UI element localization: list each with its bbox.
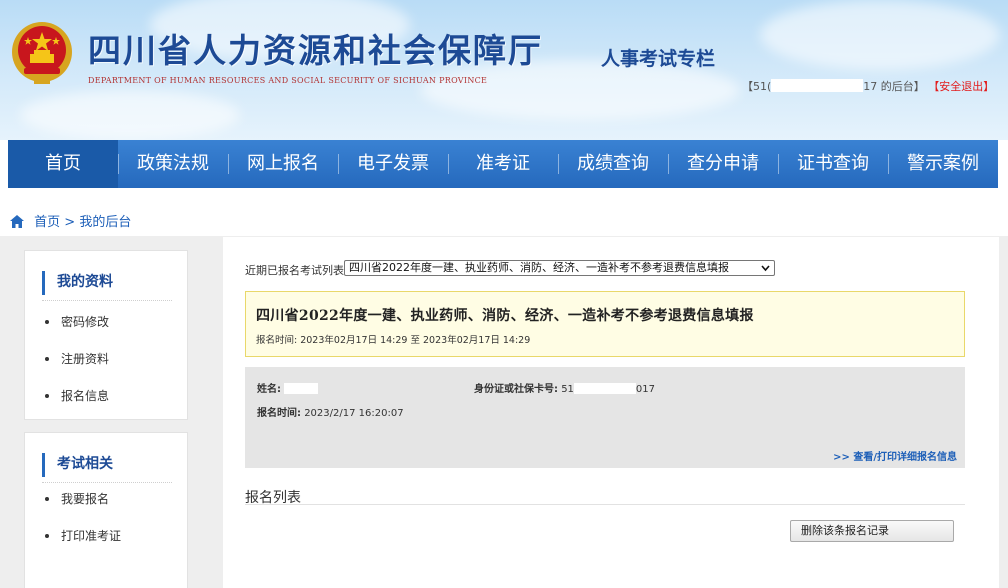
home-icon [10, 215, 24, 228]
id-suffix: 017 [635, 384, 656, 395]
sidebar-item-label: 注册资料 [61, 352, 110, 366]
sidebar-section-title: 考试相关 [42, 453, 172, 483]
site-title: 四川省人力资源和社会保障厅 [88, 31, 543, 70]
sidebar-item-label: 打印准考证 [61, 529, 122, 543]
site-subtitle: DEPARTMENT OF HUMAN RESOURCES AND SOCIAL… [88, 76, 488, 85]
nav-item-home[interactable]: 首页 [8, 140, 118, 188]
reg-time-field: 报名时间: 2023/2/17 16:20:07 [257, 404, 404, 419]
reg-time-label: 报名时间: [257, 408, 301, 419]
exam-select-value: 四川省2022年度一建、执业药师、消防、经济、一造补考不参考退费信息填报 [349, 261, 729, 274]
sidebar-section-exam: 考试相关 我要报名 打印准考证 [24, 432, 188, 588]
user-id-suffix: 17 的后台】 [863, 80, 925, 93]
id-field: 身份证或社保卡号: 51 017 [474, 380, 655, 395]
nav-item-policy[interactable]: 政策法规 [118, 140, 228, 188]
breadcrumb: 首页 > 我的后台 [10, 211, 131, 230]
masked-name [284, 383, 319, 394]
sidebar-section-title: 我的资料 [42, 271, 172, 301]
nav-item-warning-cases[interactable]: 警示案例 [888, 140, 998, 188]
user-id-prefix: 【51( [742, 80, 772, 93]
exam-notice: 四川省2022年度一建、执业药师、消防、经济、一造补考不参考退费信息填报 报名时… [245, 291, 965, 357]
sidebar-section-profile: 我的资料 密码修改 注册资料 报名信息 [24, 250, 188, 420]
nav-item-online-registration[interactable]: 网上报名 [228, 140, 338, 188]
sidebar-item-print-ticket[interactable]: 打印准考证 [45, 527, 121, 544]
notice-title: 四川省2022年度一建、执业药师、消防、经济、一造补考不参考退费信息填报 [256, 308, 754, 324]
breadcrumb-home[interactable]: 首页 [34, 215, 60, 230]
delete-record-button[interactable]: 删除该条报名记录 [790, 520, 954, 542]
name-label: 姓名: [257, 384, 281, 395]
bullet-icon [45, 534, 49, 538]
id-label: 身份证或社保卡号: [474, 384, 558, 395]
sidebar-item-registration-info[interactable]: 报名信息 [45, 387, 109, 404]
column-title: 人事考试专栏 [601, 48, 716, 70]
divider [245, 504, 965, 505]
notice-time: 报名时间: 2023年02月17日 14:29 至 2023年02月17日 14… [256, 335, 531, 346]
sidebar-item-label: 报名信息 [61, 389, 110, 403]
view-print-details-link[interactable]: >> 查看/打印详细报名信息 [833, 448, 957, 463]
sidebar-item-registration-profile[interactable]: 注册资料 [45, 350, 109, 367]
site-banner: 四川省人力资源和社会保障厅 DEPARTMENT OF HUMAN RESOUR… [0, 0, 1008, 140]
registration-info: 姓名: 身份证或社保卡号: 51 017 报名时间: 2023/2/17 16:2… [245, 367, 965, 468]
masked-user-id [771, 79, 864, 92]
masked-id [573, 383, 636, 394]
logout-link[interactable]: 【安全退出】 [928, 80, 994, 93]
bullet-icon [45, 320, 49, 324]
bullet-icon [45, 394, 49, 398]
breadcrumb-separator: > [64, 215, 76, 230]
bullet-icon [45, 357, 49, 361]
nav-item-certificate-query[interactable]: 证书查询 [778, 140, 888, 188]
main-nav: 首页 政策法规 网上报名 电子发票 准考证 成绩查询 查分申请 证书查询 警示案… [8, 140, 998, 188]
sidebar-item-change-password[interactable]: 密码修改 [45, 313, 109, 330]
bullet-icon [45, 497, 49, 501]
national-emblem [12, 22, 72, 84]
sidebar-item-label: 密码修改 [61, 315, 110, 329]
id-prefix: 51 [561, 384, 574, 395]
exam-select[interactable]: 四川省2022年度一建、执业药师、消防、经济、一造补考不参考退费信息填报 [344, 260, 775, 276]
main-panel: 近期已报名考试列表: 四川省2022年度一建、执业药师、消防、经济、一造补考不参… [223, 237, 999, 588]
nav-item-e-invoice[interactable]: 电子发票 [338, 140, 448, 188]
sidebar-item-register[interactable]: 我要报名 [45, 490, 109, 507]
breadcrumb-current: 我的后台 [79, 215, 132, 230]
sidebar-item-label: 我要报名 [61, 492, 110, 506]
nav-item-admission-ticket[interactable]: 准考证 [448, 140, 558, 188]
nav-item-score-review[interactable]: 查分申请 [668, 140, 778, 188]
name-field: 姓名: [257, 380, 319, 395]
reg-time-value: 2023/2/17 16:20:07 [304, 408, 404, 419]
nav-item-score-query[interactable]: 成绩查询 [558, 140, 668, 188]
user-bar: 【51( 17 的后台】 【安全退出】 [742, 78, 994, 94]
exam-select-label: 近期已报名考试列表: [245, 264, 348, 277]
chevron-down-icon [761, 265, 770, 272]
